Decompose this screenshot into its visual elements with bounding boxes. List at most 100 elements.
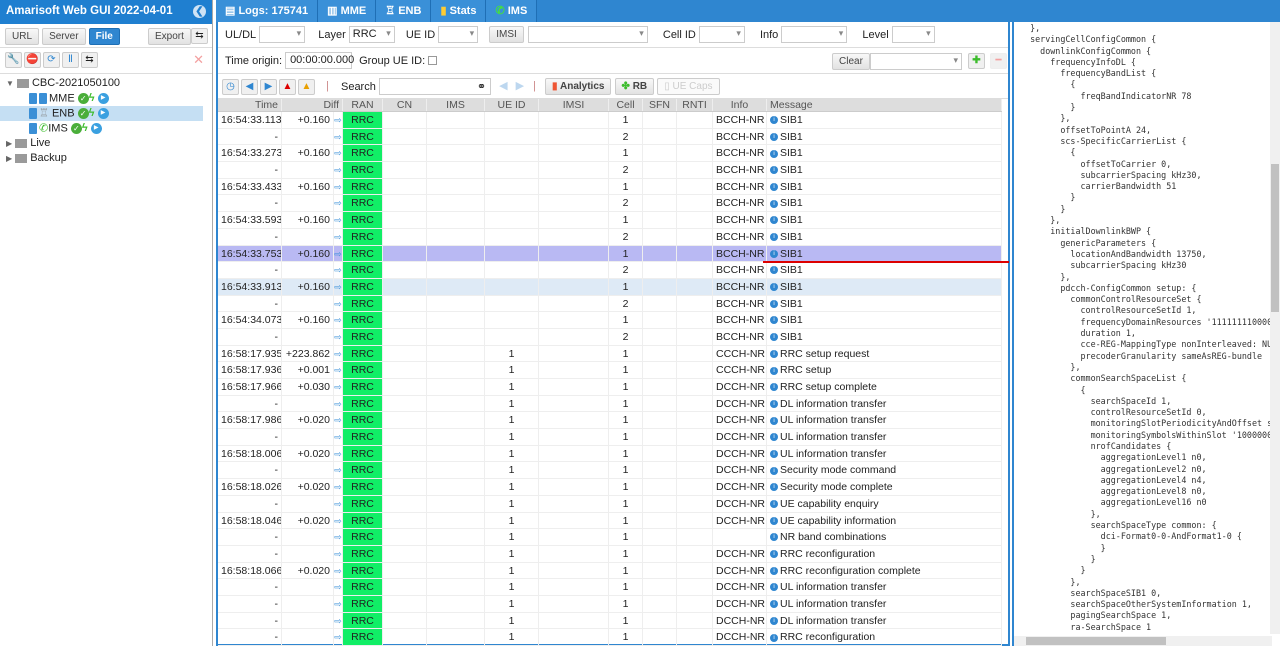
table-row[interactable]: - ⇨ RRC 1 1 i NR band combinations	[218, 529, 1002, 546]
export-button[interactable]: Export	[148, 28, 191, 45]
rb-button[interactable]: ✤ RB	[614, 78, 655, 96]
warning-icon[interactable]: ▲	[298, 78, 315, 95]
level-select[interactable]	[891, 26, 935, 43]
table-row[interactable]: - ⇨ RRC 1 1 DCCH-NR i DL information transfer	[218, 612, 1002, 630]
info-select[interactable]	[781, 26, 848, 43]
imsi-button[interactable]: IMSI	[489, 26, 524, 44]
table-row[interactable]: - ⇨ RRC 2 BCCH-NR i SIB1	[218, 262, 1002, 279]
collapse-icon[interactable]: ❮	[193, 5, 206, 18]
arrow-left-icon[interactable]: ◀	[241, 78, 258, 95]
tree-item-ims[interactable]: ✆IMS ✓ ϟ ▶	[0, 121, 212, 136]
binoculars-icon[interactable]: ⚭	[477, 81, 486, 93]
table-row[interactable]: 16:58:18.046 +0.020 ⇨ RRC 1 1 DCCH-NR i UE capab…	[218, 512, 1002, 530]
column-header-time[interactable]: Time	[218, 99, 282, 111]
table-row[interactable]: - ⇨ RRC 1 1 DCCH-NR i UL information transfer	[218, 595, 1002, 613]
table-row[interactable]: - ⇨ RRC 2 BCCH-NR i SIB1	[218, 162, 1002, 179]
cellid-select[interactable]	[698, 26, 745, 43]
tab-stats[interactable]: ▮ Stats	[431, 0, 487, 22]
tree-item-live[interactable]: ▶ Live	[0, 136, 212, 151]
table-row[interactable]: 16:54:33.593 +0.160 ⇨ RRC 1 BCCH-NR i SIB1	[218, 212, 1002, 229]
play-icon[interactable]: ▶	[97, 93, 109, 104]
table-row[interactable]: 16:54:33.433 +0.160 ⇨ RRC 1 BCCH-NR i SIB1	[218, 178, 1002, 196]
tab-ims[interactable]: ✆ IMS	[486, 0, 538, 22]
table-row[interactable]: - ⇨ RRC 2 BCCH-NR i SIB1	[218, 328, 1002, 346]
prev-match-icon[interactable]: ◀	[499, 80, 507, 92]
table-row[interactable]: 16:58:17.935 +223.862 ⇨ RRC 1 1 CCCH-NR i RRC se…	[218, 345, 1002, 363]
column-header-cell[interactable]: Cell	[609, 99, 643, 111]
play-icon[interactable]: ▶	[90, 123, 102, 134]
column-header-imsi[interactable]: IMSI	[539, 99, 609, 111]
uldl-select[interactable]	[259, 26, 306, 43]
table-row[interactable]: - ⇨ RRC 2 BCCH-NR i SIB1	[218, 195, 1002, 213]
table-row[interactable]: - ⇨ RRC 1 1 DCCH-NR i UE capability enquiry	[218, 495, 1002, 513]
column-header-info[interactable]: Info	[713, 99, 767, 111]
group-ueid-checkbox[interactable]	[428, 56, 438, 65]
column-header-message[interactable]: Message	[767, 99, 1002, 111]
clock-icon[interactable]: ◷	[222, 78, 239, 95]
analytics-button[interactable]: ▮ Analytics	[545, 78, 612, 96]
column-header-ue-id[interactable]: UE ID	[485, 99, 539, 111]
table-row[interactable]: - ⇨ RRC 1 1 DCCH-NR i RRC reconfiguration	[218, 629, 1002, 646]
tab-enb[interactable]: ♖ ENB	[376, 0, 432, 22]
error-icon[interactable]: ▲	[279, 78, 296, 95]
file-button[interactable]: File	[88, 28, 120, 45]
next-match-icon[interactable]: ▶	[516, 80, 524, 92]
tree-item-mme[interactable]: MME ✓ ϟ ▶	[0, 91, 212, 106]
connect-icon[interactable]: ⇆	[191, 28, 208, 44]
play-icon[interactable]: ▶	[97, 108, 109, 119]
clear-button[interactable]: Clear	[832, 53, 870, 70]
server-button[interactable]: Server	[42, 28, 86, 45]
table-row[interactable]: 16:54:33.913 +0.160 ⇨ RRC 1 BCCH-NR i SIB1	[218, 278, 1002, 296]
tab-mme[interactable]: ▥ MME	[318, 0, 377, 22]
refresh-icon[interactable]: ⟳	[43, 52, 60, 68]
direction-icon: ⇨	[334, 495, 343, 512]
table-row[interactable]: 16:54:33.753 +0.160 ⇨ RRC 1 BCCH-NR i SIB1	[218, 245, 1002, 263]
table-row[interactable]: - ⇨ RRC 2 BCCH-NR i SIB1	[218, 295, 1002, 313]
table-row[interactable]: - ⇨ RRC 1 1 DCCH-NR i UL information transfer	[218, 579, 1002, 596]
column-header-rnti[interactable]: RNTI	[677, 99, 713, 111]
column-header-ims[interactable]: IMS	[427, 99, 485, 111]
table-row[interactable]: 16:58:17.936 +0.001 ⇨ RRC 1 1 CCCH-NR i RRC setu…	[218, 362, 1002, 379]
layer-select[interactable]: RRC	[348, 26, 395, 43]
tree-item-cbc[interactable]: ▼ CBC-2021050100	[0, 76, 212, 91]
add-icon[interactable]: ✚	[968, 53, 985, 69]
table-row[interactable]: - ⇨ RRC 1 1 DCCH-NR i RRC reconfiguration	[218, 545, 1002, 563]
delete-icon[interactable]: ✕	[193, 52, 204, 68]
imsi-select[interactable]	[527, 26, 648, 43]
table-row[interactable]: 16:58:18.066 +0.020 ⇨ RRC 1 1 DCCH-NR i RRC reco…	[218, 562, 1002, 580]
pause-icon[interactable]: Ⅱ	[62, 52, 79, 68]
table-row[interactable]: 16:54:34.073 +0.160 ⇨ RRC 1 BCCH-NR i SIB1	[218, 312, 1002, 329]
search-input[interactable]	[378, 78, 491, 95]
table-row[interactable]: 16:58:17.966 +0.030 ⇨ RRC 1 1 DCCH-NR i RRC setu…	[218, 379, 1002, 396]
stop-icon[interactable]: ⛔	[24, 52, 41, 68]
time-origin-input[interactable]: 00:00:00.000	[285, 52, 354, 69]
table-row[interactable]: - ⇨ RRC 1 1 DCCH-NR i DL information transfer	[218, 395, 1002, 413]
tree-item-backup[interactable]: ▶ Backup	[0, 151, 212, 166]
table-row[interactable]: 16:58:18.026 +0.020 ⇨ RRC 1 1 DCCH-NR i Security…	[218, 479, 1002, 496]
vertical-scrollbar[interactable]	[1270, 22, 1280, 634]
column-header-ran[interactable]: RAN	[343, 99, 383, 111]
url-button[interactable]: URL	[5, 28, 40, 45]
tree-item-enb[interactable]: ♖ ENB ✓ ϟ ▶	[0, 106, 203, 121]
table-row[interactable]: - ⇨ RRC 1 1 DCCH-NR i Security mode command	[218, 462, 1002, 480]
table-row[interactable]: 16:54:33.273 +0.160 ⇨ RRC 1 BCCH-NR i SIB1	[218, 145, 1002, 163]
filter-preset-select[interactable]	[870, 53, 962, 70]
table-row[interactable]: 16:58:17.986 +0.020 ⇨ RRC 1 1 DCCH-NR i UL infor…	[218, 412, 1002, 430]
antenna-icon: ♖	[39, 107, 49, 120]
wrench-icon[interactable]: 🔧	[5, 52, 22, 68]
table-row[interactable]: 16:54:33.113 +0.160 ⇨ RRC 1 BCCH-NR i SIB1	[218, 112, 1002, 129]
tab-logs[interactable]: ▤ Logs: 175741	[216, 0, 319, 22]
table-row[interactable]: - ⇨ RRC 1 1 DCCH-NR i UL information transfer	[218, 429, 1002, 446]
arrow-right-icon[interactable]: ▶	[260, 78, 277, 95]
column-header-cn[interactable]: CN	[383, 99, 427, 111]
table-row[interactable]: - ⇨ RRC 2 BCCH-NR i SIB1	[218, 228, 1002, 246]
ueid-select[interactable]	[438, 26, 479, 43]
table-row[interactable]: 16:58:18.006 +0.020 ⇨ RRC 1 1 DCCH-NR i UL infor…	[218, 445, 1002, 463]
column-header-sfn[interactable]: SFN	[643, 99, 677, 111]
horizontal-scrollbar[interactable]	[1014, 636, 1272, 646]
table-row[interactable]: - ⇨ RRC 2 BCCH-NR i SIB1	[218, 128, 1002, 146]
connect-icon[interactable]: ⇆	[81, 52, 98, 68]
column-header-diff[interactable]: Diff	[282, 99, 343, 111]
remove-icon[interactable]: ━	[990, 53, 1007, 69]
ue-caps-button[interactable]: ▯ UE Caps	[657, 78, 720, 96]
